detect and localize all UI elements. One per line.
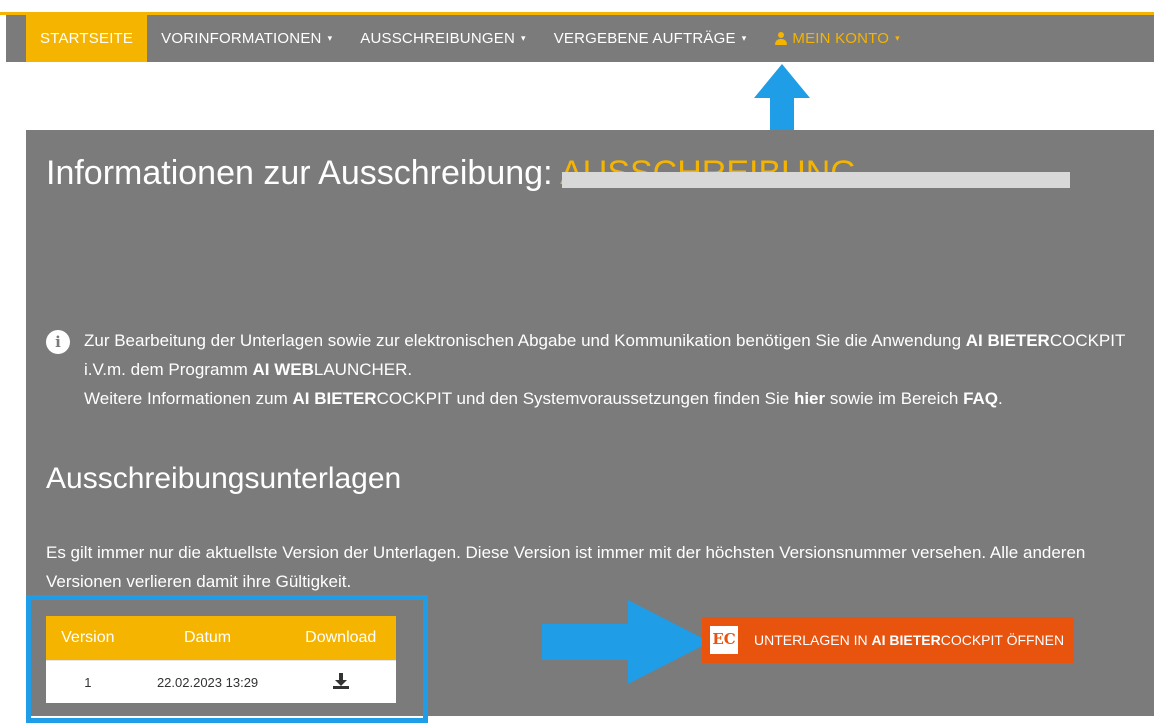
nav-item-vergebene-auftraege[interactable]: VERGEBENE AUFTRÄGE ▾	[540, 15, 761, 62]
section-title: Ausschreibungsunterlagen	[46, 462, 402, 495]
info-text-bold: AI WEB	[252, 360, 314, 379]
column-header-version: Version	[46, 616, 130, 661]
button-label-segment: COCKPIT ÖFFNEN	[940, 632, 1065, 648]
button-label-segment: UNTERLAGEN IN	[754, 632, 872, 648]
page-title-text: Informationen zur Ausschreibung:	[46, 154, 553, 192]
caret-down-icon: ▾	[895, 33, 900, 43]
versions-note: Es gilt immer nur die aktuellste Version…	[46, 543, 1086, 591]
info-text-segment: Weitere Informationen zum	[84, 389, 293, 408]
info-text: Zur Bearbeitung der Unterlagen sowie zur…	[84, 326, 1144, 413]
bietercockpit-logo-icon: EC	[710, 626, 738, 654]
table-header-row: Version Datum Download	[46, 616, 396, 661]
info-text-segment: Zur Bearbeitung der Unterlagen sowie zur…	[84, 331, 966, 350]
info-text-segment: sowie im Bereich	[825, 389, 964, 408]
nav-item-vorinformationen[interactable]: VORINFORMATIONEN ▾	[147, 15, 346, 62]
redaction-bar	[562, 172, 1070, 188]
documents-table: Version Datum Download 1 22.02.2023 13:2…	[46, 616, 396, 703]
nav-item-mein-konto[interactable]: MEIN KONTO ▾	[760, 15, 913, 62]
hier-link[interactable]: hier	[794, 389, 825, 408]
column-header-datum: Datum	[129, 616, 286, 661]
cell-download[interactable]	[285, 660, 396, 703]
cell-version: 1	[46, 660, 130, 703]
main-panel: Informationen zur Ausschreibung: AUSSCHR…	[26, 130, 1154, 723]
caret-down-icon: ▾	[327, 33, 333, 43]
nav-item-ausschreibungen[interactable]: AUSSCHREIBUNGEN ▾	[346, 15, 539, 62]
table-row: 1 22.02.2023 13:29	[46, 660, 396, 703]
user-icon	[774, 31, 788, 46]
main-navigation: STARTSEITE VORINFORMATIONEN ▾ AUSSCHREIB…	[6, 15, 1154, 62]
download-icon[interactable]	[332, 672, 349, 689]
annotation-arrow-right	[542, 600, 710, 684]
info-text-segment: LAUNCHER.	[313, 360, 413, 379]
info-text-segment: .	[998, 389, 1003, 408]
nav-item-label: MEIN KONTO	[792, 30, 890, 47]
info-text-segment: COCKPIT und den Systemvoraussetzungen fi…	[376, 389, 794, 408]
info-icon: i	[46, 330, 70, 354]
caret-down-icon: ▾	[520, 33, 526, 43]
cell-datum: 22.02.2023 13:29	[129, 660, 286, 703]
nav-item-startseite[interactable]: STARTSEITE	[26, 15, 148, 62]
nav-item-label: STARTSEITE	[40, 30, 134, 47]
button-label-bold: AI BIETER	[871, 632, 941, 648]
column-header-download: Download	[285, 616, 396, 661]
faq-link[interactable]: FAQ	[963, 389, 998, 408]
nav-item-label: VERGEBENE AUFTRÄGE	[553, 30, 736, 47]
info-text-bold: AI BIETER	[292, 389, 377, 408]
button-label: UNTERLAGEN IN AI BIETERCOCKPIT ÖFFNEN	[754, 632, 1064, 648]
nav-item-label: VORINFORMATIONEN	[161, 30, 322, 47]
caret-down-icon: ▾	[741, 33, 747, 43]
info-text-bold: AI BIETER	[965, 331, 1050, 350]
nav-item-label: AUSSCHREIBUNGEN	[360, 30, 515, 47]
open-in-bietercockpit-button[interactable]: EC UNTERLAGEN IN AI BIETERCOCKPIT ÖFFNEN	[702, 617, 1074, 663]
